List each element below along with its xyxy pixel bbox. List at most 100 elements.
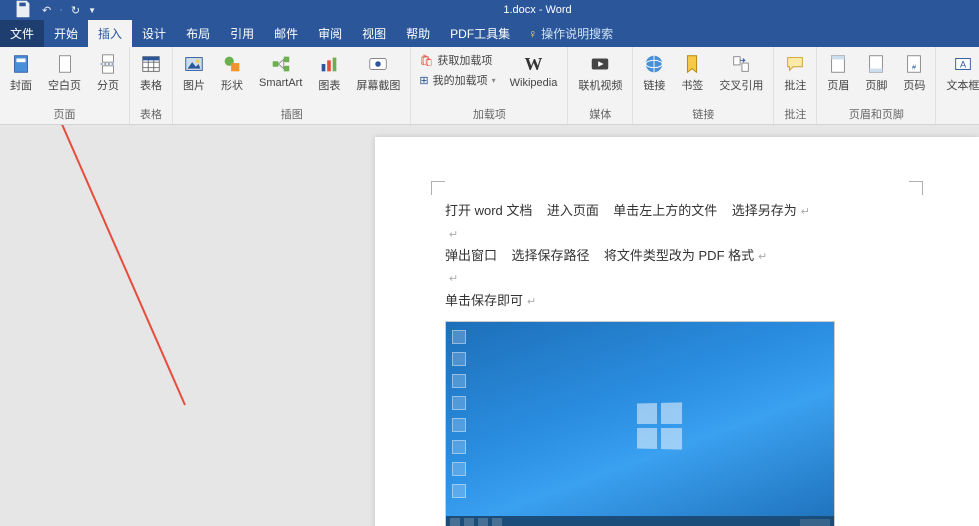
group-pages-label: 页面 <box>54 106 76 122</box>
bookmark-icon <box>681 53 703 75</box>
group-comments: 批注 批注 <box>774 47 817 124</box>
smartart-button[interactable]: SmartArt <box>255 51 306 91</box>
group-comments-label: 批注 <box>784 106 806 122</box>
comment-icon <box>784 53 806 75</box>
tab-references[interactable]: 引用 <box>220 20 264 47</box>
shapes-button[interactable]: 形状 <box>217 51 247 95</box>
footer-button[interactable]: 页脚 <box>861 51 891 95</box>
comment-label: 批注 <box>784 77 806 93</box>
crossref-label: 交叉引用 <box>719 77 763 93</box>
wikipedia-button[interactable]: W Wikipedia <box>506 51 562 91</box>
screenshot-label: 屏幕截图 <box>356 77 400 93</box>
save-icon[interactable] <box>12 0 34 23</box>
my-addins-label: 我的加载项 <box>433 72 488 88</box>
pictures-button[interactable]: 图片 <box>179 51 209 95</box>
smartart-icon <box>270 53 292 75</box>
tab-file[interactable]: 文件 <box>0 20 44 47</box>
desktop-icon <box>452 374 466 388</box>
window-title: 1.docx - Word <box>96 4 979 16</box>
textbox-icon: A <box>952 53 974 75</box>
header-button[interactable]: 页眉 <box>823 51 853 95</box>
footer-label: 页脚 <box>865 77 887 93</box>
addins-icon: ⊞ <box>419 74 428 87</box>
bookmark-label: 书签 <box>681 77 703 93</box>
cover-page-button[interactable]: 封面 <box>6 51 36 95</box>
chevron-down-icon: ▾ <box>492 76 496 85</box>
wikipedia-icon: W <box>522 53 544 75</box>
cover-page-label: 封面 <box>10 77 32 93</box>
link-button[interactable]: 链接 <box>639 51 669 95</box>
bookmark-button[interactable]: 书签 <box>677 51 707 95</box>
start-icon <box>450 518 460 526</box>
crossref-button[interactable]: 交叉引用 <box>715 51 767 95</box>
tab-review[interactable]: 审阅 <box>308 20 352 47</box>
qat-separator: · <box>59 4 63 16</box>
embedded-screenshot[interactable] <box>445 321 835 526</box>
group-illustrations-label: 插图 <box>281 106 303 122</box>
header-label: 页眉 <box>827 77 849 93</box>
chart-button[interactable]: 图表 <box>314 51 344 95</box>
menu-bar: 文件 开始 插入 设计 布局 引用 邮件 审阅 视图 帮助 PDF工具集 ♀ 操… <box>0 20 979 47</box>
group-links-label: 链接 <box>692 106 714 122</box>
group-media-label: 媒体 <box>589 106 611 122</box>
group-pages: 封面 空白页 分页 页面 <box>0 47 130 124</box>
group-media: 联机视频 媒体 <box>568 47 633 124</box>
group-headerfooter-label: 页眉和页脚 <box>849 106 904 122</box>
doc-blank: ↵ <box>445 226 909 242</box>
chart-icon <box>318 53 340 75</box>
crossref-icon <box>730 53 752 75</box>
textbox-button[interactable]: A 文本框 <box>942 51 979 95</box>
comment-button[interactable]: 批注 <box>780 51 810 95</box>
desktop-icon <box>452 440 466 454</box>
screenshot-icon <box>367 53 389 75</box>
group-illustrations: 图片 形状 SmartArt 图表 屏幕截图 插图 <box>173 47 411 124</box>
page-break-icon <box>97 53 119 75</box>
taskbar-icon <box>492 518 502 526</box>
svg-text:A: A <box>960 60 967 70</box>
desktop-icon <box>452 484 466 498</box>
qat-dropdown-icon[interactable]: ▼ <box>88 6 96 15</box>
my-addins-button[interactable]: ⊞ 我的加载项 ▾ <box>417 71 497 89</box>
corner-mark-tl <box>431 181 445 195</box>
redo-icon[interactable]: ↻ <box>71 4 80 17</box>
table-button[interactable]: 表格 <box>136 51 166 95</box>
page-break-button[interactable]: 分页 <box>93 51 123 95</box>
shapes-label: 形状 <box>221 77 243 93</box>
doc-line-1: 打开 word 文档 进入页面 单击左上方的文件 选择另存为↵ <box>445 197 909 226</box>
group-addins-label: 加载项 <box>473 106 506 122</box>
chart-label: 图表 <box>318 77 340 93</box>
link-icon <box>643 53 665 75</box>
tell-me-search[interactable]: ♀ 操作说明搜索 <box>528 20 613 47</box>
online-video-button[interactable]: 联机视频 <box>574 51 626 95</box>
group-addins: 🛍 获取加载项 ⊞ 我的加载项 ▾ W Wikipedia 加载项 <box>411 47 568 124</box>
tell-me-label: 操作说明搜索 <box>541 25 613 42</box>
smartart-label: SmartArt <box>259 77 302 89</box>
doc-blank2: ↵ <box>445 270 909 286</box>
desktop-icon <box>452 462 466 476</box>
tab-home[interactable]: 开始 <box>44 20 88 47</box>
desktop-icon <box>452 352 466 366</box>
bulb-icon: ♀ <box>528 27 537 41</box>
blank-page-button[interactable]: 空白页 <box>44 51 85 95</box>
document-page[interactable]: 打开 word 文档 进入页面 单击左上方的文件 选择另存为↵ ↵ 弹出窗口 选… <box>375 137 979 526</box>
tab-design[interactable]: 设计 <box>132 20 176 47</box>
table-label: 表格 <box>140 77 162 93</box>
link-label: 链接 <box>643 77 665 93</box>
workspace[interactable]: 打开 word 文档 进入页面 单击左上方的文件 选择另存为↵ ↵ 弹出窗口 选… <box>0 125 979 526</box>
get-addins-label: 获取加载项 <box>437 52 492 68</box>
tab-layout[interactable]: 布局 <box>176 20 220 47</box>
pagenum-button[interactable]: # 页码 <box>899 51 929 95</box>
get-addins-button[interactable]: 🛍 获取加载项 <box>417 51 494 69</box>
tab-mailings[interactable]: 邮件 <box>264 20 308 47</box>
screenshot-taskbar <box>446 516 834 526</box>
taskbar-icon <box>478 518 488 526</box>
undo-icon[interactable]: ↶ <box>42 4 51 17</box>
screenshot-button[interactable]: 屏幕截图 <box>352 51 404 95</box>
tab-pdftools[interactable]: PDF工具集 <box>440 20 520 47</box>
ribbon: 封面 空白页 分页 页面 表格 表格 图片 <box>0 47 979 125</box>
group-tables-label: 表格 <box>140 106 162 122</box>
tab-help[interactable]: 帮助 <box>396 20 440 47</box>
header-icon <box>827 53 849 75</box>
tab-insert[interactable]: 插入 <box>88 20 132 47</box>
tab-view[interactable]: 视图 <box>352 20 396 47</box>
